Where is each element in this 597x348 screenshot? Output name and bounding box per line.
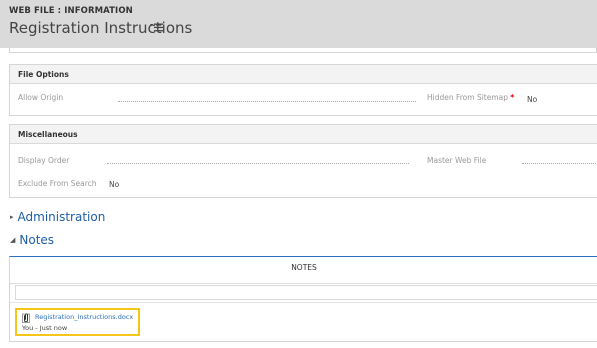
file-options-title: File Options bbox=[10, 65, 597, 84]
file-options-section: File Options Allow Origin Hidden From Si… bbox=[9, 64, 597, 116]
miscellaneous-section: Miscellaneous Display Order Master Web F… bbox=[9, 124, 597, 198]
collapse-arrow-icon: ◢ bbox=[10, 236, 16, 244]
notes-label: Notes bbox=[19, 233, 55, 247]
exclude-from-search-field[interactable]: No bbox=[109, 180, 119, 189]
note-author: You bbox=[22, 324, 34, 332]
display-order-label: Display Order bbox=[18, 156, 70, 165]
note-separator: - bbox=[35, 324, 38, 332]
entity-label: WEB FILE : INFORMATION bbox=[9, 6, 133, 16]
note-byline: You - Just now bbox=[22, 324, 67, 332]
note-timestamp: Just now bbox=[39, 324, 68, 332]
note-item: Registration_Instructions.docx You - Jus… bbox=[15, 308, 140, 336]
attachment-link[interactable]: Registration_Instructions.docx bbox=[35, 313, 133, 321]
administration-label: Administration bbox=[17, 210, 106, 224]
add-note-input[interactable] bbox=[15, 285, 597, 300]
allow-origin-label: Allow Origin bbox=[18, 93, 64, 102]
miscellaneous-title: Miscellaneous bbox=[10, 125, 597, 144]
administration-section-toggle[interactable]: ▸ Administration bbox=[10, 210, 105, 224]
master-web-file-label: Master Web File bbox=[427, 156, 487, 165]
attachment-icon bbox=[22, 313, 30, 323]
notes-list-divider bbox=[10, 302, 597, 303]
hidden-from-sitemap-label: Hidden From Sitemap * bbox=[427, 93, 515, 102]
required-marker: * bbox=[510, 93, 515, 102]
hidden-from-sitemap-field[interactable]: No bbox=[527, 95, 537, 104]
allow-origin-field[interactable] bbox=[118, 101, 416, 102]
record-title: Registration Instructions bbox=[9, 19, 193, 37]
previous-section-edge bbox=[9, 48, 597, 53]
notes-section-toggle[interactable]: ◢ Notes bbox=[10, 233, 54, 247]
form-header: WEB FILE : INFORMATION Registration Inst… bbox=[0, 0, 597, 48]
master-web-file-field[interactable] bbox=[522, 163, 597, 164]
notes-panel-title: NOTES bbox=[291, 263, 317, 272]
display-order-field[interactable] bbox=[107, 163, 409, 164]
notes-panel: NOTES Registration_Instructions.docx You… bbox=[9, 256, 597, 342]
form-selector-menu-icon[interactable] bbox=[150, 23, 163, 32]
notes-divider bbox=[10, 283, 597, 284]
exclude-from-search-label: Exclude From Search bbox=[18, 179, 97, 188]
expand-arrow-icon: ▸ bbox=[10, 213, 14, 221]
